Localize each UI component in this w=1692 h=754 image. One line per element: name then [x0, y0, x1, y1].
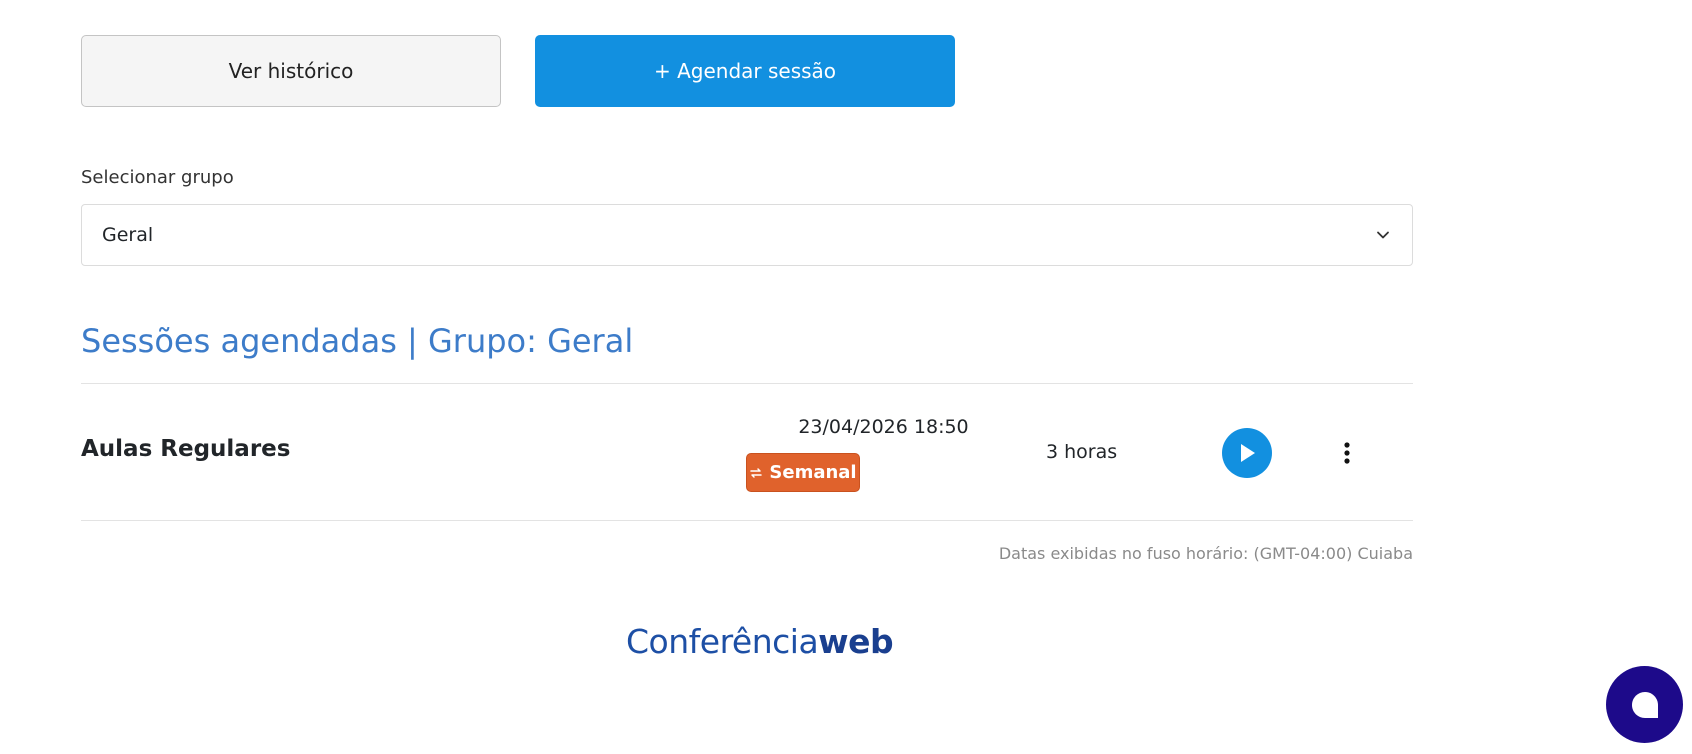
history-button[interactable]: Ver histórico	[81, 35, 501, 107]
chevron-down-icon	[1377, 231, 1389, 239]
session-row: Aulas Regulares 23/04/2026 18:50 Semanal…	[81, 384, 1413, 520]
recurrence-label: Semanal	[769, 462, 857, 483]
logo-text-bold: web	[818, 622, 894, 661]
session-options-button[interactable]	[1335, 435, 1359, 471]
start-session-button[interactable]	[1222, 428, 1272, 478]
group-select[interactable]: Geral	[81, 204, 1413, 266]
schedule-session-button[interactable]: + Agendar sessão	[535, 35, 955, 107]
logo-text-regular: Conferência	[626, 622, 819, 661]
chat-widget-button[interactable]	[1606, 666, 1683, 743]
repeat-icon	[750, 467, 763, 478]
session-datetime: 23/04/2026 18:50	[798, 416, 969, 438]
session-name: Aulas Regulares	[81, 436, 291, 462]
conferenciaweb-logo: Conferênciaweb	[626, 622, 894, 661]
divider	[81, 520, 1413, 521]
group-select-value: Geral	[102, 224, 154, 246]
top-actions: Ver histórico + Agendar sessão	[81, 35, 955, 107]
chat-bubble-icon	[1631, 691, 1658, 718]
more-vertical-icon	[1344, 442, 1350, 464]
sessions-title: Sessões agendadas | Grupo: Geral	[81, 322, 634, 360]
session-duration: 3 horas	[1046, 441, 1118, 463]
group-select-label: Selecionar grupo	[81, 167, 234, 188]
recurrence-badge: Semanal	[746, 453, 860, 492]
play-icon	[1241, 444, 1255, 462]
timezone-note: Datas exibidas no fuso horário: (GMT-04:…	[998, 544, 1413, 563]
